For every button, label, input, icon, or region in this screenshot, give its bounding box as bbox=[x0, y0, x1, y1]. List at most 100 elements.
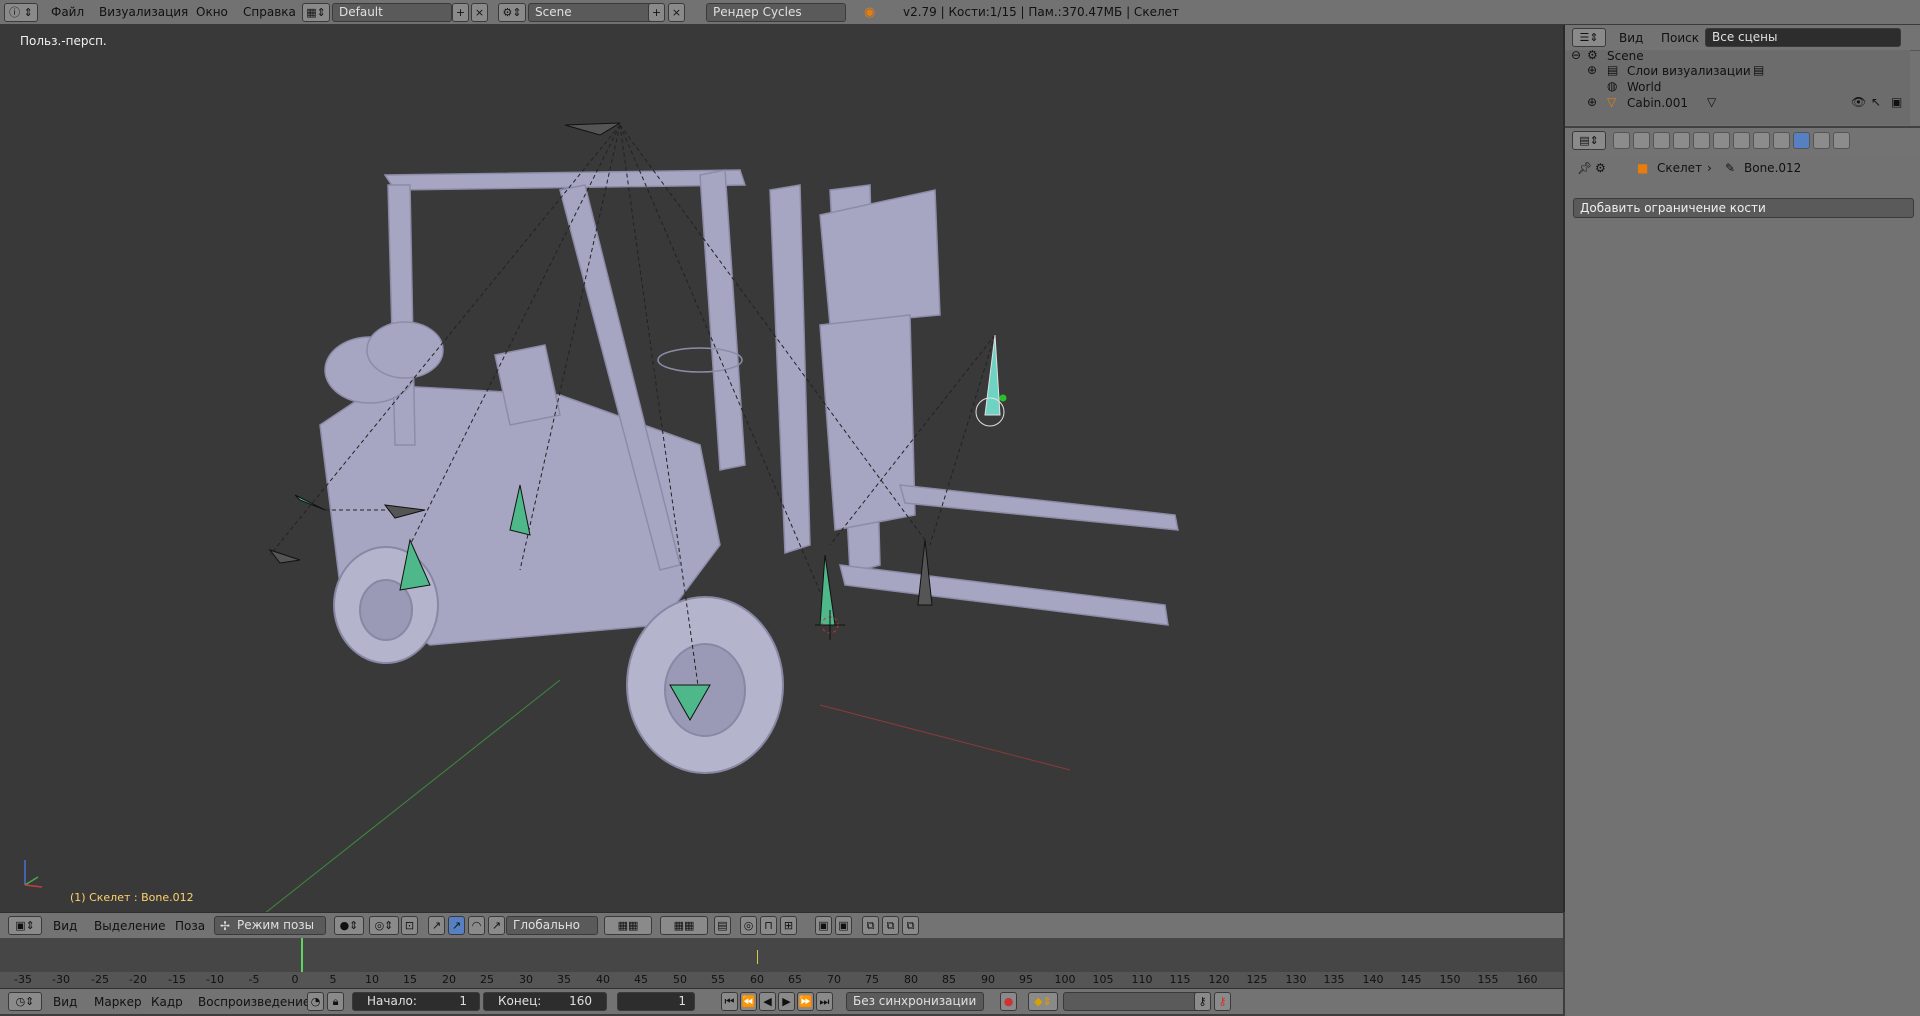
tab-physics[interactable] bbox=[1833, 132, 1850, 149]
menu-view[interactable]: Вид bbox=[53, 919, 77, 933]
menu-file[interactable]: Файл bbox=[51, 5, 84, 19]
info-editor-button[interactable]: ⓘ ⇕ bbox=[4, 3, 38, 22]
scale-manipulator[interactable]: ◠ bbox=[468, 916, 485, 935]
layout-add-button[interactable]: + bbox=[452, 3, 469, 22]
lock-layer-button[interactable]: ▤ bbox=[714, 916, 731, 935]
jump-start-button[interactable]: ⏮ bbox=[721, 992, 738, 1011]
renderable-camera-icon[interactable]: ▣ bbox=[1891, 95, 1902, 109]
menu-render[interactable]: Визуализация bbox=[99, 5, 188, 19]
current-frame-field[interactable]: 1 bbox=[617, 992, 695, 1011]
timeline-menu-frame[interactable]: Кадр bbox=[151, 995, 183, 1009]
outliner-row-cabin[interactable]: ⊕ ▽ Cabin.001 ▽ 👁︎ ↖ ▣ bbox=[1565, 93, 1910, 113]
selectable-arrow-icon[interactable]: ↖ bbox=[1871, 95, 1881, 109]
snap-toggle[interactable]: ⊓ bbox=[760, 916, 777, 935]
outliner-editor-button[interactable]: ☰⇕ bbox=[1572, 28, 1606, 47]
preview-range-button[interactable]: ◔ bbox=[307, 992, 324, 1011]
scene-field[interactable]: Scene bbox=[528, 3, 656, 22]
outliner-list[interactable]: ⊖ ⚙ Scene ⊕ ▤ Слои визуализации ▤ ◍ Worl… bbox=[1565, 48, 1910, 125]
scene-delete-button[interactable]: × bbox=[668, 3, 685, 22]
paste-flipped-button[interactable]: ⧉ bbox=[902, 916, 919, 935]
timeline-menu-playback[interactable]: Воспроизведение bbox=[198, 995, 310, 1009]
sync-select[interactable]: Без синхронизации bbox=[846, 992, 984, 1011]
menu-window[interactable]: Окно bbox=[196, 5, 228, 19]
frame-ruler[interactable]: -35 -30 -25 -20 -15 -10 -5 0 5 10 15 20 … bbox=[0, 972, 1563, 988]
visibility-eye-icon[interactable]: 👁︎ bbox=[1851, 95, 1866, 109]
expand-icon[interactable]: ⊕ bbox=[1587, 95, 1597, 109]
start-value: 1 bbox=[459, 994, 467, 1008]
timeline-menu-marker[interactable]: Маркер bbox=[94, 995, 142, 1009]
play-reverse-button[interactable]: ◀ bbox=[759, 992, 776, 1011]
lock-range-button[interactable]: 🔒︎ bbox=[327, 992, 344, 1011]
layout-field[interactable]: Default bbox=[332, 3, 452, 22]
scene-add-button[interactable]: + bbox=[648, 3, 665, 22]
end-frame-field[interactable]: Конец: 160 bbox=[483, 992, 607, 1011]
menu-help[interactable]: Справка bbox=[243, 5, 296, 19]
tab-bone-constraints[interactable] bbox=[1793, 132, 1810, 149]
insert-keyframe-button[interactable]: ⚷ bbox=[1194, 992, 1211, 1011]
record-button[interactable]: ● bbox=[1000, 992, 1017, 1011]
menu-select[interactable]: Выделение bbox=[94, 919, 165, 933]
delete-keyframe-button[interactable]: ⚷ bbox=[1214, 992, 1231, 1011]
jump-end-button[interactable]: ⏭ bbox=[816, 992, 833, 1011]
properties-editor-button[interactable]: ▤⇕ bbox=[1572, 131, 1606, 150]
mode-select[interactable]: Режим позы bbox=[214, 916, 326, 935]
render-layers-icon: ▤ bbox=[1607, 63, 1619, 77]
snap-element-button[interactable]: ⊞ bbox=[780, 916, 797, 935]
row-label: Cabin.001 bbox=[1627, 96, 1689, 110]
tab-render[interactable] bbox=[1613, 132, 1630, 149]
tab-scene[interactable] bbox=[1653, 132, 1670, 149]
manipulator-toggle[interactable]: ⊡ bbox=[401, 916, 418, 935]
right-panels: ☰⇕ Вид Поиск Все сцены ⊖ ⚙ Scene ⊕ ▤ Сло… bbox=[1565, 25, 1920, 1016]
play-button[interactable]: ▶ bbox=[778, 992, 795, 1011]
orientation-icon[interactable]: ↗ bbox=[488, 916, 505, 935]
copy-pose-button[interactable]: ⧉ bbox=[862, 916, 879, 935]
keyframe-marker[interactable] bbox=[757, 950, 758, 964]
tab-render-layers[interactable] bbox=[1633, 132, 1650, 149]
menu-pose[interactable]: Поза bbox=[175, 919, 205, 933]
editor-type-button[interactable]: ▣⇕ bbox=[8, 916, 42, 935]
tab-constraints[interactable] bbox=[1713, 132, 1730, 149]
jump-keyframe-back-button[interactable]: ⏪ bbox=[740, 992, 757, 1011]
timeline[interactable]: -35 -30 -25 -20 -15 -10 -5 0 5 10 15 20 … bbox=[0, 938, 1563, 988]
keying-set-field[interactable] bbox=[1063, 992, 1199, 1011]
scene-render[interactable] bbox=[0, 25, 1563, 912]
breadcrumb-armature: Скелет bbox=[1657, 161, 1703, 175]
outliner-filter-select[interactable]: Все сцены bbox=[1705, 28, 1901, 47]
outliner-menu-search[interactable]: Поиск bbox=[1661, 31, 1699, 45]
render-layer-toggle-icon[interactable]: ▤ bbox=[1753, 63, 1764, 77]
current-frame-line[interactable] bbox=[301, 938, 303, 972]
shading-button[interactable]: ●⇕ bbox=[334, 916, 364, 935]
opengl-anim-button[interactable]: ▣ bbox=[835, 916, 852, 935]
timeline-editor-button[interactable]: ◷⇕ bbox=[8, 992, 42, 1011]
orientation-select[interactable]: Глобально bbox=[506, 916, 598, 935]
expand-icon[interactable]: ⊖ bbox=[1571, 48, 1581, 62]
translate-manipulator[interactable]: ↗ bbox=[428, 916, 445, 935]
tab-world[interactable] bbox=[1673, 132, 1690, 149]
tab-object[interactable] bbox=[1693, 132, 1710, 149]
tab-modifiers[interactable] bbox=[1733, 132, 1750, 149]
pin-icon[interactable]: 📌︎ bbox=[1577, 161, 1592, 175]
scene-icon[interactable]: ⚙⇕ bbox=[498, 3, 526, 22]
keying-set-button[interactable]: ◆⇕ bbox=[1028, 992, 1058, 1011]
pivot-button[interactable]: ◎⇕ bbox=[369, 916, 399, 935]
layout-delete-button[interactable]: × bbox=[471, 3, 488, 22]
jump-keyframe-forward-button[interactable]: ⏩ bbox=[797, 992, 814, 1011]
tab-data[interactable] bbox=[1753, 132, 1770, 149]
outliner-menu-view[interactable]: Вид bbox=[1619, 31, 1643, 45]
proportional-edit-button[interactable]: ◎ bbox=[740, 916, 757, 935]
expand-icon[interactable]: ⊕ bbox=[1587, 63, 1597, 77]
layers-grid-1[interactable]: ▦▦ bbox=[604, 916, 652, 935]
layout-icon[interactable]: ▦⇕ bbox=[302, 3, 330, 22]
opengl-render-button[interactable]: ▣ bbox=[815, 916, 832, 935]
3d-viewport[interactable]: Польз.-персп. (1) Скелет: Bone.012 bbox=[0, 25, 1565, 912]
start-frame-field[interactable]: Начало: 1 bbox=[352, 992, 480, 1011]
rotate-manipulator[interactable]: ↗ bbox=[448, 916, 465, 935]
render-engine-select[interactable]: Рендер Cycles bbox=[706, 3, 846, 22]
add-bone-constraint-select[interactable]: Добавить ограничение кости bbox=[1573, 198, 1914, 218]
timeline-menu-view[interactable]: Вид bbox=[53, 995, 77, 1009]
paste-pose-button[interactable]: ⧉ bbox=[882, 916, 899, 935]
tab-texture[interactable] bbox=[1813, 132, 1830, 149]
tab-bone[interactable] bbox=[1773, 132, 1790, 149]
layers-grid-2[interactable]: ▦▦ bbox=[660, 916, 708, 935]
row-label: Слои визуализации bbox=[1627, 64, 1751, 78]
